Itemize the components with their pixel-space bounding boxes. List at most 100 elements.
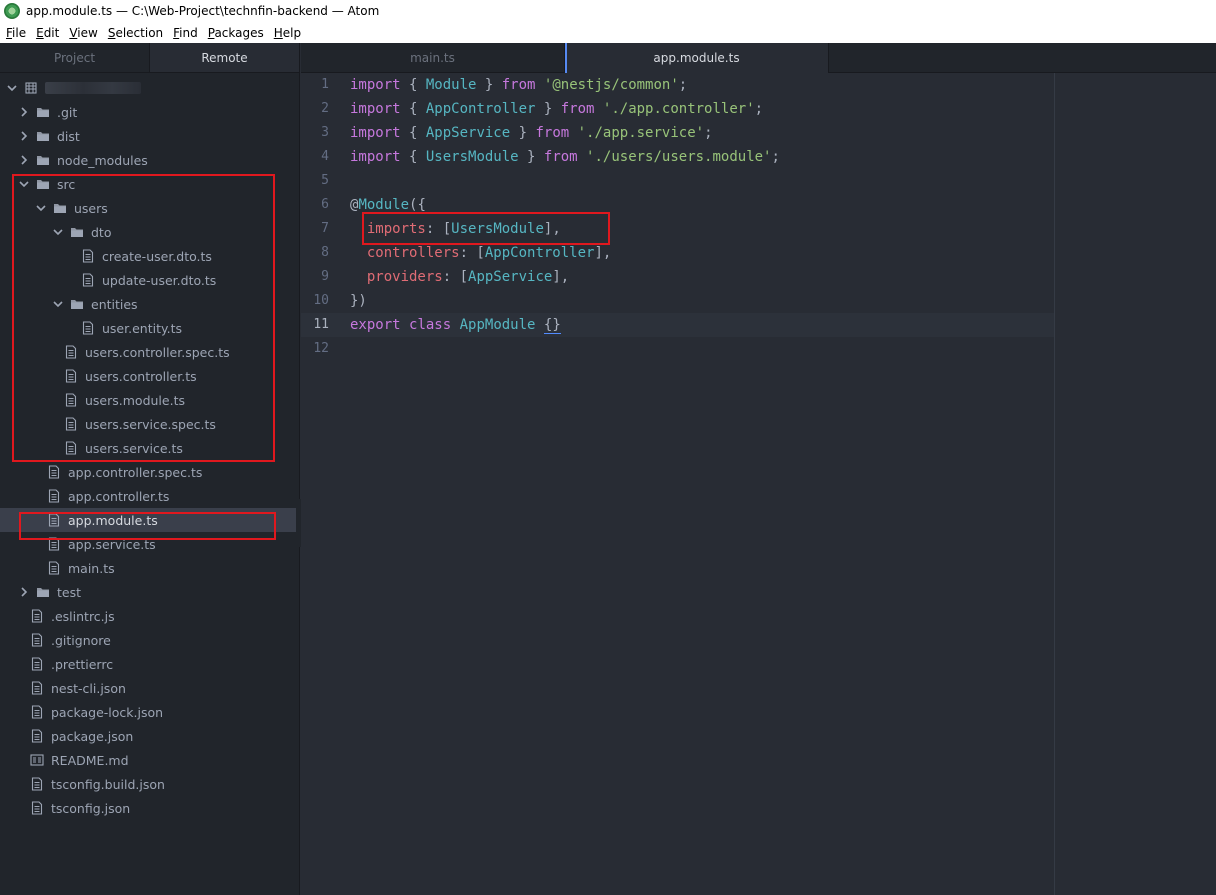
- menu-label-rest: ile: [12, 25, 27, 40]
- code-token-punc: }: [476, 77, 502, 93]
- file-icon: [30, 657, 44, 671]
- markdown-file-icon: [30, 753, 44, 767]
- tree-item-tsconfig[interactable]: tsconfig.json: [0, 796, 300, 820]
- code-token-punc: ],: [552, 269, 570, 285]
- tree-item-tsconfig-build[interactable]: tsconfig.build.json: [0, 772, 300, 796]
- code-token-punc: [350, 269, 367, 285]
- code-token-kw: from: [535, 125, 570, 141]
- tree-item-label: tsconfig.json: [51, 800, 131, 816]
- tree-item-prettierrc[interactable]: .prettierrc: [0, 652, 300, 676]
- editor-tab-app-module-ts[interactable]: app.module.ts: [565, 43, 829, 73]
- code-editor[interactable]: 1 2 3 4 5 6 7 8 9 10 11 12 import { Module } from '…: [301, 73, 1216, 895]
- line-number: 3: [321, 125, 329, 140]
- tree-item-label: nest-cli.json: [51, 680, 126, 696]
- line-number: 4: [321, 149, 329, 164]
- window-titlebar: app.module.ts — C:\Web-Project\technfin-…: [0, 0, 1216, 22]
- code-line: import { AppController } from './app.con…: [350, 97, 763, 121]
- tree-item-eslintrc[interactable]: .eslintrc.js: [0, 604, 300, 628]
- tree-item-label: app.controller.ts: [68, 488, 170, 504]
- code-token-punc: }): [350, 293, 367, 309]
- tree-item-app-controller[interactable]: app.controller.ts: [0, 484, 300, 508]
- file-icon: [30, 801, 44, 815]
- code-line: providers: [AppService],: [350, 265, 569, 289]
- code-token-kw: from: [543, 149, 578, 165]
- folder-icon: [36, 129, 50, 143]
- code-token-punc: [569, 125, 577, 141]
- file-icon: [30, 705, 44, 719]
- code-token-punc: ],: [594, 245, 612, 261]
- code-token-cls: AppModule: [459, 317, 536, 333]
- chevron-down-icon[interactable]: [6, 82, 18, 94]
- tree-item-package[interactable]: package.json: [0, 724, 300, 748]
- tree-item-gitignore[interactable]: .gitignore: [0, 628, 300, 652]
- code-token-cls: Module: [425, 77, 477, 93]
- code-line: import { Module } from '@nestjs/common';: [350, 73, 687, 97]
- tree-item-git[interactable]: .git: [0, 100, 300, 124]
- menu-mnemonic: E: [36, 25, 44, 40]
- menu-label-rest: iew: [77, 25, 98, 40]
- tree-item-readme[interactable]: README.md: [0, 748, 300, 772]
- chevron-right-icon[interactable]: [18, 586, 30, 598]
- menu-find[interactable]: Find: [168, 26, 203, 40]
- code-token-punc: [451, 317, 459, 333]
- menu-view[interactable]: View: [64, 26, 102, 40]
- tree-item-root[interactable]: [0, 76, 300, 100]
- tree-item-nest-cli[interactable]: nest-cli.json: [0, 676, 300, 700]
- line-number: 8: [321, 245, 329, 260]
- tree-item-test[interactable]: test: [0, 580, 300, 604]
- sidebar-tabs: Project Remote: [0, 43, 300, 73]
- code-token-cls: AppController: [425, 101, 536, 117]
- tab-remote[interactable]: Remote: [150, 43, 300, 72]
- chevron-right-icon[interactable]: [18, 154, 30, 166]
- code-token-kw: import: [350, 77, 401, 93]
- code-token-str: './app.service': [577, 125, 705, 141]
- line-number: 10: [313, 293, 329, 308]
- tree-item-package-lock[interactable]: package-lock.json: [0, 700, 300, 724]
- code-token-kw: export: [350, 317, 401, 333]
- tree-item-label: node_modules: [57, 152, 148, 168]
- code-token-cls: UsersModule: [425, 149, 519, 165]
- code-token-punc: {: [400, 77, 426, 93]
- code-token-punc: ({: [409, 197, 426, 213]
- tree-item-label: dist: [57, 128, 80, 144]
- code-token-punc: ;: [704, 125, 713, 141]
- tab-project[interactable]: Project: [0, 43, 150, 72]
- folder-icon: [36, 105, 50, 119]
- code-line: import { UsersModule } from './users/use…: [350, 145, 780, 169]
- tree-item-node-modules[interactable]: node_modules: [0, 148, 300, 172]
- code-token-punc: [578, 149, 586, 165]
- code-token-punc: {: [400, 125, 426, 141]
- menu-selection[interactable]: Selection: [103, 26, 168, 40]
- chevron-right-icon[interactable]: [18, 130, 30, 142]
- code-line: export class AppModule {}: [350, 313, 561, 337]
- code-token-str: '@nestjs/common': [543, 77, 679, 93]
- annotation-box-src-folder: [12, 174, 275, 462]
- line-number: 6: [321, 197, 329, 212]
- menu-packages[interactable]: Packages: [203, 26, 269, 40]
- chevron-right-icon[interactable]: [18, 106, 30, 118]
- tree-item-app-controller-spec[interactable]: app.controller.spec.ts: [0, 460, 300, 484]
- line-number: 9: [321, 269, 329, 284]
- code-token-punc: ;: [771, 149, 780, 165]
- code-token-punc: }: [518, 149, 544, 165]
- tree-item-label: test: [57, 584, 82, 600]
- menu-edit[interactable]: Edit: [31, 26, 64, 40]
- menu-label-rest: elp: [282, 25, 302, 40]
- tree-item-main[interactable]: main.ts: [0, 556, 300, 580]
- code-token-punc: {: [400, 101, 426, 117]
- menu-help[interactable]: Help: [269, 26, 306, 40]
- file-icon: [47, 489, 61, 503]
- wrap-guide: [1054, 73, 1055, 895]
- code-token-prop: controllers: [366, 245, 460, 261]
- file-icon: [30, 609, 44, 623]
- line-number: 5: [321, 173, 329, 188]
- editor-tab-main-ts[interactable]: main.ts: [301, 43, 565, 73]
- tree-item-dist[interactable]: dist: [0, 124, 300, 148]
- code-token-cls: Module: [358, 197, 410, 213]
- tree-view-panel: Project Remote .git dist node_modules src use…: [0, 43, 300, 895]
- repository-icon: [24, 81, 38, 95]
- menu-file[interactable]: File: [0, 26, 31, 40]
- file-icon: [47, 465, 61, 479]
- tree-item-label: package-lock.json: [51, 704, 164, 720]
- tree-item-label: tsconfig.build.json: [51, 776, 165, 792]
